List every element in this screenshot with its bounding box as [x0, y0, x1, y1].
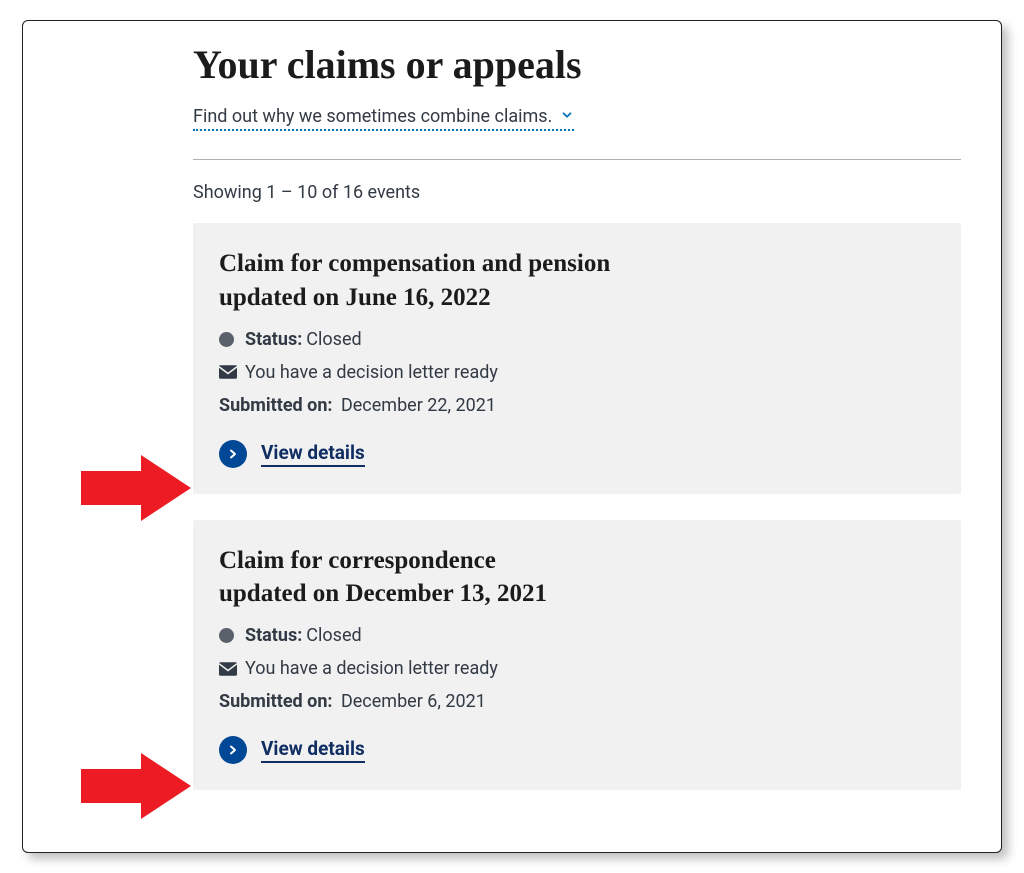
status-value: Closed: [306, 329, 361, 350]
submitted-row: Submitted on: December 22, 2021: [219, 395, 935, 416]
status-dot-icon: [219, 628, 245, 643]
results-count: Showing 1 – 10 of 16 events: [193, 182, 961, 203]
chevron-right-circle-icon: [219, 440, 247, 468]
view-details-link[interactable]: View details: [219, 736, 365, 764]
submitted-value: December 22, 2021: [341, 395, 496, 416]
envelope-icon: [219, 365, 245, 379]
submitted-label: Submitted on:: [219, 691, 332, 712]
claim-card: Claim for correspondence updated on Dece…: [193, 520, 961, 791]
claim-title-line1: Claim for compensation and pension: [219, 250, 610, 277]
letter-msg: You have a decision letter ready: [245, 362, 498, 383]
letter-row: You have a decision letter ready: [219, 362, 935, 383]
status-label: Status:: [245, 329, 302, 350]
status-row: Status: Closed: [219, 329, 935, 350]
divider: [193, 159, 961, 160]
claim-card: Claim for compensation and pension updat…: [193, 223, 961, 494]
view-details-link[interactable]: View details: [219, 440, 365, 468]
page-frame: Your claims or appeals Find out why we s…: [22, 20, 1002, 853]
status-dot-icon: [219, 332, 245, 347]
claim-card-title: Claim for correspondence updated on Dece…: [219, 544, 935, 612]
expander-label: Find out why we sometimes combine claims…: [193, 106, 552, 127]
claim-card-title: Claim for compensation and pension updat…: [219, 247, 935, 315]
main-content: Your claims or appeals Find out why we s…: [193, 41, 961, 790]
submitted-value: December 6, 2021: [341, 691, 486, 712]
view-details-label: View details: [261, 737, 365, 763]
letter-msg: You have a decision letter ready: [245, 658, 498, 679]
combine-claims-expander[interactable]: Find out why we sometimes combine claims…: [193, 106, 574, 131]
claim-title-line2: updated on December 13, 2021: [219, 580, 547, 607]
claim-title-line2: updated on June 16, 2022: [219, 284, 491, 311]
status-value: Closed: [306, 625, 361, 646]
view-details-label: View details: [261, 441, 365, 467]
annotation-arrow-icon: [81, 455, 191, 521]
chevron-down-icon: [560, 106, 574, 127]
status-row: Status: Closed: [219, 625, 935, 646]
status-label: Status:: [245, 625, 302, 646]
envelope-icon: [219, 662, 245, 676]
submitted-label: Submitted on:: [219, 395, 332, 416]
letter-row: You have a decision letter ready: [219, 658, 935, 679]
claim-title-line1: Claim for correspondence: [219, 547, 496, 574]
page-title: Your claims or appeals: [193, 41, 961, 88]
submitted-row: Submitted on: December 6, 2021: [219, 691, 935, 712]
annotation-arrow-icon: [81, 753, 191, 819]
chevron-right-circle-icon: [219, 736, 247, 764]
